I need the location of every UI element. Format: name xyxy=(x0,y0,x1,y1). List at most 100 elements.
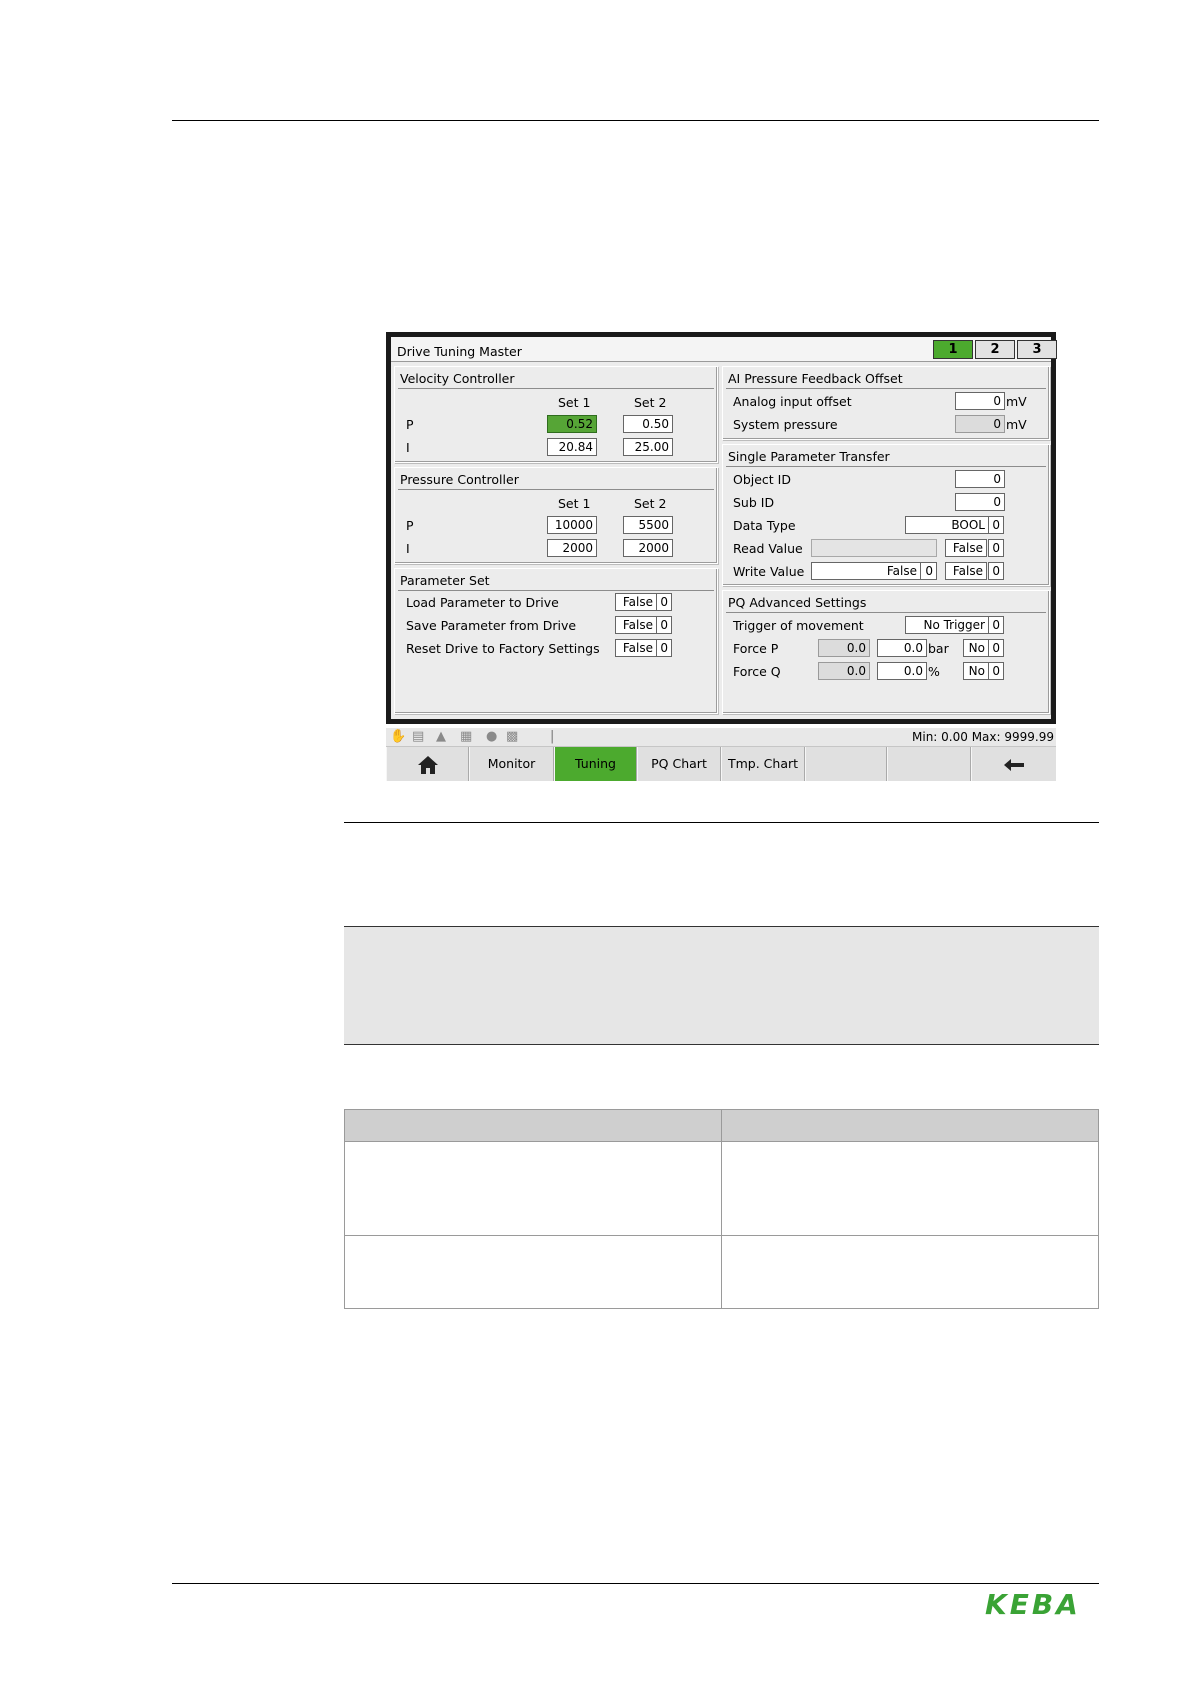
single-parameter-transfer-panel: Single Parameter Transfer Object ID 0 Su… xyxy=(722,444,1050,586)
pressure-set2-label: Set 2 xyxy=(634,496,667,511)
pressure-set1-label: Set 1 xyxy=(558,496,591,511)
save-parameter-label: Save Parameter from Drive xyxy=(406,618,577,633)
load-parameter-label: Load Parameter to Drive xyxy=(406,595,559,610)
reset-drive-value[interactable]: False xyxy=(615,639,657,657)
pressure-i-set1-field[interactable]: 2000 xyxy=(547,539,597,557)
system-pressure-field: 0 xyxy=(955,415,1005,433)
hmi-screen: Drive Tuning Master 1 2 3 Velocity Contr… xyxy=(386,332,1057,724)
chart-icon: ▦ xyxy=(460,729,473,744)
drop-icon: ● xyxy=(486,729,498,744)
empty-tab-1[interactable] xyxy=(805,747,887,781)
table-column-divider xyxy=(721,1110,722,1308)
info-table xyxy=(344,1109,1099,1309)
hmi-title: Drive Tuning Master xyxy=(397,344,522,359)
read-value-label: Read Value xyxy=(733,541,803,556)
force-p-unit: bar xyxy=(928,641,949,656)
save-parameter-code: 0 xyxy=(656,616,672,634)
pq-header: PQ Advanced Settings xyxy=(726,594,1046,613)
force-p-label: Force P xyxy=(733,641,779,656)
pressure-p-set1-field[interactable]: 10000 xyxy=(547,516,597,534)
back-arrow-icon xyxy=(1004,758,1024,771)
write-value-label: Write Value xyxy=(733,564,805,579)
empty-tab-2[interactable] xyxy=(887,747,971,781)
analog-input-offset-field[interactable]: 0 xyxy=(955,392,1005,410)
hmi-content: Drive Tuning Master 1 2 3 Velocity Contr… xyxy=(391,337,1057,719)
velocity-set1-label: Set 1 xyxy=(558,395,591,410)
analog-input-offset-label: Analog input offset xyxy=(733,394,852,409)
velocity-controller-header: Velocity Controller xyxy=(398,370,714,389)
pressure-i-label: I xyxy=(406,541,410,556)
reset-drive-label: Reset Drive to Factory Settings xyxy=(406,641,600,656)
load-parameter-value[interactable]: False xyxy=(615,593,657,611)
pressure-controller-header: Pressure Controller xyxy=(398,471,714,490)
keba-logo: KEBA xyxy=(985,1588,1081,1621)
force-p-flag[interactable]: No xyxy=(963,639,989,657)
velocity-p-set2-field[interactable]: 0.50 xyxy=(623,415,673,433)
heater-icon: ▲ xyxy=(436,729,446,744)
separator-icon: | xyxy=(550,729,555,744)
hand-icon: ✋ xyxy=(390,729,407,744)
pressure-i-set2-field[interactable]: 2000 xyxy=(623,539,673,557)
reset-drive-code: 0 xyxy=(656,639,672,657)
trigger-field[interactable]: No Trigger xyxy=(905,616,989,634)
read-value-field[interactable]: False xyxy=(945,539,987,557)
pq-chart-tab[interactable]: PQ Chart xyxy=(637,747,721,781)
force-q-actual: 0.0 xyxy=(818,662,870,680)
system-pressure-unit: mV xyxy=(1006,417,1027,432)
page-1-button[interactable]: 1 xyxy=(933,340,973,359)
machine-icon: ▩ xyxy=(506,729,519,744)
data-type-field[interactable]: BOOL xyxy=(905,516,989,534)
header-rule xyxy=(172,120,1099,121)
home-icon xyxy=(417,755,438,774)
write-value-field-2[interactable]: False xyxy=(945,562,987,580)
force-p-setpoint[interactable]: 0.0 xyxy=(877,639,927,657)
velocity-p-label: P xyxy=(406,417,414,432)
note-box xyxy=(344,926,1099,1045)
page-3-button[interactable]: 3 xyxy=(1017,340,1057,359)
force-q-flag[interactable]: No xyxy=(963,662,989,680)
tmp-chart-tab[interactable]: Tmp. Chart xyxy=(721,747,805,781)
object-id-label: Object ID xyxy=(733,472,791,487)
pressure-controller-panel: Pressure Controller Set 1 Set 2 P I 1000… xyxy=(394,467,718,564)
table-icon: ▤ xyxy=(412,729,425,744)
hmi-titlebar: Drive Tuning Master 1 2 3 xyxy=(391,337,1057,362)
velocity-controller-panel: Velocity Controller Set 1 Set 2 P I 0.52… xyxy=(394,366,718,463)
spt-header: Single Parameter Transfer xyxy=(726,448,1046,467)
read-value-code: 0 xyxy=(988,539,1004,557)
home-button[interactable] xyxy=(386,747,469,781)
min-max-display: Min: 0.00 Max: 9999.99 xyxy=(912,730,1054,744)
parameter-set-panel: Parameter Set Load Parameter to Drive Fa… xyxy=(394,568,718,714)
velocity-i-set1-field[interactable]: 20.84 xyxy=(547,438,597,456)
force-q-unit: % xyxy=(928,664,940,679)
write-value-code: 0 xyxy=(920,562,937,580)
velocity-p-set1-field[interactable]: 0.52 xyxy=(547,415,597,433)
parameter-set-header: Parameter Set xyxy=(398,572,714,591)
sub-id-label: Sub ID xyxy=(733,495,775,510)
table-row-divider xyxy=(345,1235,1098,1236)
read-value-display xyxy=(811,539,937,557)
page-2-button[interactable]: 2 xyxy=(975,340,1015,359)
tuning-tab[interactable]: Tuning xyxy=(554,747,637,781)
back-button[interactable] xyxy=(971,747,1056,781)
write-value-field[interactable]: False xyxy=(811,562,921,580)
pressure-p-set2-field[interactable]: 5500 xyxy=(623,516,673,534)
data-type-label: Data Type xyxy=(733,518,796,533)
sub-id-field[interactable]: 0 xyxy=(955,493,1005,511)
ai-offset-header: AI Pressure Feedback Offset xyxy=(726,370,1046,389)
monitor-tab[interactable]: Monitor xyxy=(469,747,554,781)
force-q-setpoint[interactable]: 0.0 xyxy=(877,662,927,680)
data-type-code: 0 xyxy=(988,516,1004,534)
velocity-i-label: I xyxy=(406,440,410,455)
object-id-field[interactable]: 0 xyxy=(955,470,1005,488)
write-value-code-2: 0 xyxy=(988,562,1004,580)
save-parameter-value[interactable]: False xyxy=(615,616,657,634)
force-p-actual: 0.0 xyxy=(818,639,870,657)
analog-input-offset-unit: mV xyxy=(1006,394,1027,409)
pq-advanced-settings-panel: PQ Advanced Settings Trigger of movement… xyxy=(722,590,1050,714)
trigger-code: 0 xyxy=(988,616,1004,634)
force-q-code: 0 xyxy=(988,662,1004,680)
navigation-bar: Monitor Tuning PQ Chart Tmp. Chart xyxy=(386,747,1056,781)
velocity-i-set2-field[interactable]: 25.00 xyxy=(623,438,673,456)
force-p-code: 0 xyxy=(988,639,1004,657)
trigger-label: Trigger of movement xyxy=(733,618,864,633)
